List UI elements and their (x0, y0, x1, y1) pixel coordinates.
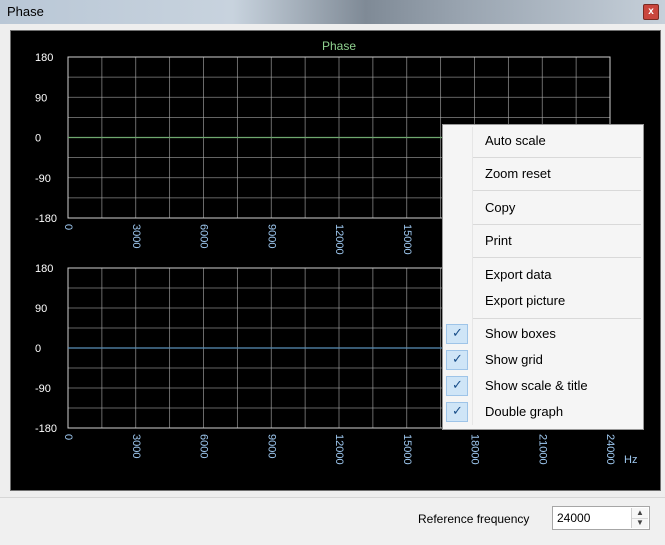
x-axis-unit: Hz (624, 454, 637, 466)
x-tick-label: 9000 (265, 434, 277, 458)
menu-item-copy[interactable]: Copy (443, 196, 643, 220)
x-tick-label: 21000 (536, 434, 548, 465)
x-tick-label: 18000 (469, 434, 481, 465)
y-tick-label: -180 (35, 423, 57, 435)
menu-item-zoom-reset[interactable]: Zoom reset (443, 162, 643, 186)
x-tick-label: 15000 (401, 224, 413, 255)
y-tick-label: -90 (35, 173, 51, 185)
y-tick-label: 0 (35, 343, 41, 355)
menu-item-label: Print (485, 233, 512, 248)
spin-down-icon[interactable]: ▼ (632, 518, 648, 528)
menu-item-export-picture[interactable]: Export picture (443, 289, 643, 313)
x-tick-label: 6000 (198, 224, 210, 248)
menu-separator (473, 224, 641, 225)
y-tick-label: 90 (35, 303, 47, 315)
menu-item-auto-scale[interactable]: Auto scale (443, 129, 643, 153)
x-tick-label: 9000 (265, 224, 277, 248)
menu-separator (473, 257, 641, 258)
menu-item-label: Show grid (485, 352, 543, 367)
y-tick-label: -180 (35, 213, 57, 225)
menu-item-export-data[interactable]: Export data (443, 263, 643, 287)
x-tick-label: 12000 (333, 224, 345, 255)
y-tick-label: 0 (35, 133, 41, 145)
reference-frequency-label: Reference frequency (418, 512, 530, 526)
menu-item-label: Show boxes (485, 326, 556, 341)
menu-separator (473, 157, 641, 158)
y-tick-label: -90 (35, 383, 51, 395)
x-tick-label: 0 (62, 434, 74, 440)
checkmark-icon: ✓ (446, 324, 468, 344)
title-bar: Phase x (0, 0, 665, 24)
checkmark-icon: ✓ (446, 402, 468, 422)
close-icon: x (648, 6, 654, 17)
menu-item-double-graph[interactable]: ✓ Double graph (443, 400, 643, 424)
menu-item-label: Double graph (485, 404, 564, 419)
x-tick-label: 15000 (401, 434, 413, 465)
menu-item-label: Auto scale (485, 133, 546, 148)
menu-separator (473, 318, 641, 319)
reference-frequency-value[interactable]: 24000 (557, 511, 590, 525)
chart-title: Phase (322, 39, 356, 53)
menu-separator (473, 190, 641, 191)
y-tick-label: 180 (35, 52, 53, 64)
y-tick-label: 90 (35, 92, 47, 104)
reference-frequency-input[interactable]: 24000 ▲ ▼ (552, 506, 650, 530)
x-tick-label: 0 (62, 224, 74, 230)
x-tick-label: 24000 (604, 434, 616, 465)
window-title: Phase (7, 4, 44, 19)
menu-item-label: Show scale & title (485, 378, 588, 393)
menu-item-print[interactable]: Print (443, 229, 643, 253)
x-tick-label: 6000 (198, 434, 210, 458)
checkmark-icon: ✓ (446, 376, 468, 396)
reference-frequency-spinner[interactable]: ▲ ▼ (631, 508, 648, 528)
menu-item-show-scale-title[interactable]: ✓ Show scale & title (443, 374, 643, 398)
y-tick-label: 180 (35, 263, 53, 275)
x-tick-label: 12000 (333, 434, 345, 465)
menu-item-show-grid[interactable]: ✓ Show grid (443, 348, 643, 372)
checkmark-icon: ✓ (446, 350, 468, 370)
menu-item-label: Export data (485, 267, 552, 282)
x-tick-label: 3000 (130, 224, 142, 248)
x-tick-label: 3000 (130, 434, 142, 458)
menu-item-label: Zoom reset (485, 166, 551, 181)
menu-item-show-boxes[interactable]: ✓ Show boxes (443, 322, 643, 346)
close-button[interactable]: x (643, 4, 659, 20)
context-menu[interactable]: Auto scale Zoom reset Copy Print Export … (442, 124, 644, 430)
menu-item-label: Copy (485, 200, 516, 215)
menu-item-label: Export picture (485, 293, 566, 308)
